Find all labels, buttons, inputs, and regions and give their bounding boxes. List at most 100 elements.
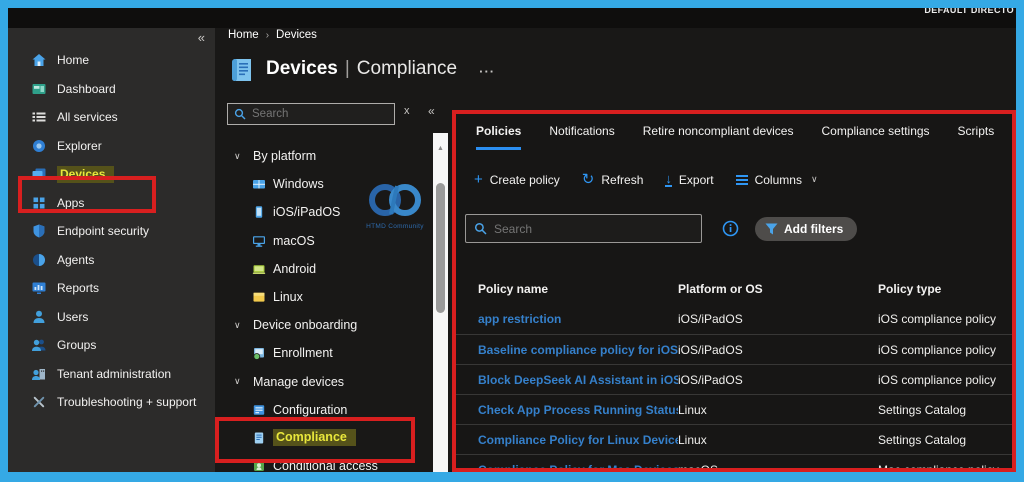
page-title-row: Devices | Compliance ···	[230, 56, 495, 84]
add-filters-button[interactable]: Add filters	[755, 216, 858, 241]
table-row[interactable]: Compliance Policy for Linux Devices Linu…	[456, 424, 1012, 454]
tree-search-input[interactable]	[252, 108, 388, 120]
sidebar-item-all-services[interactable]: All services	[8, 103, 215, 132]
search-icon	[474, 222, 487, 235]
tab-notifications[interactable]: Notifications	[549, 124, 614, 150]
tree-group-manage-devices[interactable]: ∨ Manage devices	[215, 368, 435, 396]
tree-item-enrollment[interactable]: Enrollment	[215, 339, 435, 367]
table-row[interactable]: app restriction iOS/iPadOS iOS complianc…	[456, 304, 1012, 334]
filter-row: Add filters	[465, 214, 858, 243]
table-header: Policy name Platform or OS Policy type	[478, 282, 1004, 296]
breadcrumb-home[interactable]: Home	[228, 29, 259, 41]
sidebar-item-label: All services	[57, 110, 118, 125]
main-panel: Policies Notifications Retire noncomplia…	[452, 110, 1016, 472]
endpoint-security-icon	[30, 223, 47, 240]
ios-icon	[252, 205, 266, 219]
sidebar-item-label: Agents	[57, 252, 95, 267]
sidebar-item-label: Apps	[57, 195, 85, 210]
top-bar: DEFAULT DIRECTO	[8, 8, 1016, 28]
sidebar-item-dashboard[interactable]: Dashboard	[8, 75, 215, 104]
chevron-down-icon: ∨	[234, 319, 241, 330]
tree-item-macos[interactable]: macOS	[215, 227, 435, 255]
policy-search-box	[465, 214, 702, 243]
breadcrumb-current[interactable]: Devices	[276, 29, 317, 41]
users-icon	[30, 308, 47, 325]
refresh-button[interactable]: ↻ Refresh	[582, 172, 644, 187]
sidebar-item-home[interactable]: Home	[8, 46, 215, 75]
devices-icon	[30, 166, 47, 183]
column-platform-or-os[interactable]: Platform or OS	[678, 282, 878, 296]
htmd-logo-icon	[369, 184, 421, 216]
info-icon[interactable]	[722, 220, 739, 237]
sidebar-item-troubleshooting[interactable]: Troubleshooting + support	[8, 388, 215, 417]
tree-item-compliance[interactable]: Compliance	[215, 424, 435, 452]
tree-scrollbar[interactable]: ▲	[433, 133, 448, 472]
table-row[interactable]: Baseline compliance policy for iOS/ iOS/…	[456, 334, 1012, 364]
agents-icon	[30, 251, 47, 268]
conditional-access-icon	[252, 459, 266, 472]
devices-blade-icon	[230, 56, 254, 84]
table-row[interactable]: Compliance Policy for Mac Devices macOS …	[456, 454, 1012, 468]
sidebar-item-reports[interactable]: Reports	[8, 274, 215, 303]
tab-retire-noncompliant-devices[interactable]: Retire noncompliant devices	[643, 124, 794, 150]
column-policy-type[interactable]: Policy type	[878, 282, 1004, 296]
tab-compliance-settings[interactable]: Compliance settings	[821, 124, 929, 150]
tree-item-android[interactable]: Android	[215, 255, 435, 283]
sidebar-item-explorer[interactable]: Explorer	[8, 132, 215, 161]
sidebar-item-label: Groups	[57, 338, 97, 353]
sidebar-item-agents[interactable]: Agents	[8, 246, 215, 275]
chevron-down-icon: ∨	[234, 376, 241, 387]
dashboard-icon	[30, 80, 47, 97]
export-icon: ↓	[665, 171, 672, 187]
sidebar-item-label: Home	[57, 53, 90, 68]
tree-item-conditional-access[interactable]: Conditional access	[215, 452, 435, 472]
sidebar-item-label: Troubleshooting + support	[57, 395, 197, 410]
sidebar-item-devices[interactable]: Devices	[8, 160, 215, 189]
linux-icon	[252, 290, 266, 304]
watermark-label: HTMD Community	[366, 223, 424, 230]
tab-bar: Policies Notifications Retire noncomplia…	[476, 124, 994, 150]
tree-search-clear-icon[interactable]: x	[404, 105, 410, 117]
tree-item-linux[interactable]: Linux	[215, 283, 435, 311]
more-options-icon[interactable]: ···	[479, 64, 495, 79]
sidebar-collapse-icon[interactable]: «	[198, 30, 205, 45]
tree-collapse-icon[interactable]: «	[428, 104, 435, 118]
apps-icon	[30, 194, 47, 211]
refresh-icon: ↻	[581, 171, 595, 188]
sidebar-item-apps[interactable]: Apps	[8, 189, 215, 218]
plus-icon: +	[474, 171, 483, 188]
tree-item-configuration[interactable]: Configuration	[215, 396, 435, 424]
sidebar-item-users[interactable]: Users	[8, 303, 215, 332]
filter-icon	[765, 223, 778, 235]
column-policy-name[interactable]: Policy name	[478, 282, 678, 296]
scrollbar-thumb[interactable]	[436, 183, 445, 313]
tab-policies[interactable]: Policies	[476, 124, 522, 150]
chevron-down-icon: ∨	[234, 150, 241, 161]
sidebar-item-label: Tenant administration	[57, 366, 172, 381]
columns-icon	[735, 174, 748, 185]
sidebar-item-groups[interactable]: Groups	[8, 331, 215, 360]
tree-group-by-platform[interactable]: ∨ By platform	[215, 142, 435, 170]
table-row[interactable]: Block DeepSeek AI Assistant in iOS iOS/i…	[456, 364, 1012, 394]
export-button[interactable]: ↓ Export	[665, 171, 714, 187]
breadcrumb-separator: ›	[265, 29, 270, 41]
scrollbar-up-icon[interactable]: ▲	[433, 145, 448, 152]
sidebar-item-endpoint-security[interactable]: Endpoint security	[8, 217, 215, 246]
sidebar-item-label: Dashboard	[57, 81, 116, 96]
columns-button[interactable]: Columns ∨	[735, 173, 818, 187]
sidebar-item-label: Devices	[57, 165, 115, 183]
table-row[interactable]: Check App Process Running Status Linux S…	[456, 394, 1012, 424]
policy-search-input[interactable]	[494, 221, 693, 236]
sidebar-nav: Home Dashboard All services Explorer Dev…	[8, 46, 215, 417]
tab-scripts[interactable]: Scripts	[958, 124, 995, 150]
command-bar: + Create policy ↻ Refresh ↓ Export Colum…	[474, 172, 818, 187]
tree-group-device-onboarding[interactable]: ∨ Device onboarding	[215, 311, 435, 339]
sidebar: « Home Dashboard All services Explorer D…	[8, 28, 215, 472]
create-policy-button[interactable]: + Create policy	[474, 172, 560, 187]
all-services-icon	[30, 109, 47, 126]
tenant-administration-icon	[30, 365, 47, 382]
sidebar-item-label: Reports	[57, 281, 100, 296]
sidebar-item-label: Endpoint security	[57, 224, 150, 239]
sidebar-item-tenant-administration[interactable]: Tenant administration	[8, 360, 215, 389]
portal-screen: DEFAULT DIRECTO « Home Dashboard All ser…	[8, 8, 1016, 472]
